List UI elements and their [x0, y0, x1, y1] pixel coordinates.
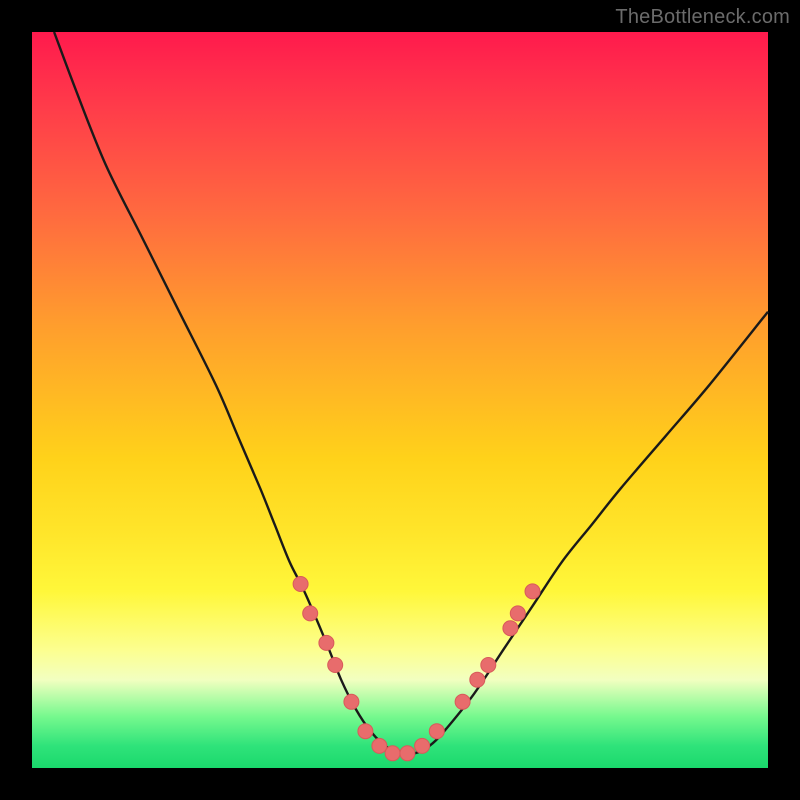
- data-marker: [481, 658, 496, 673]
- watermark-text: TheBottleneck.com: [615, 6, 790, 29]
- data-marker: [400, 746, 415, 761]
- data-marker: [319, 635, 334, 650]
- data-marker: [344, 694, 359, 709]
- data-marker: [470, 672, 485, 687]
- data-marker: [510, 606, 525, 621]
- data-marker: [525, 584, 540, 599]
- chart-frame: TheBottleneck.com: [0, 0, 800, 800]
- bottleneck-curve: [54, 32, 768, 754]
- curve-layer: [32, 32, 768, 768]
- data-marker: [455, 694, 470, 709]
- data-marker: [429, 724, 444, 739]
- data-marker: [328, 658, 343, 673]
- data-marker: [385, 746, 400, 761]
- data-marker: [503, 621, 518, 636]
- data-marker: [293, 577, 308, 592]
- data-marker: [358, 724, 373, 739]
- data-marker: [415, 738, 430, 753]
- data-marker: [303, 606, 318, 621]
- marker-group: [293, 577, 540, 761]
- data-marker: [372, 738, 387, 753]
- plot-area: [32, 32, 768, 768]
